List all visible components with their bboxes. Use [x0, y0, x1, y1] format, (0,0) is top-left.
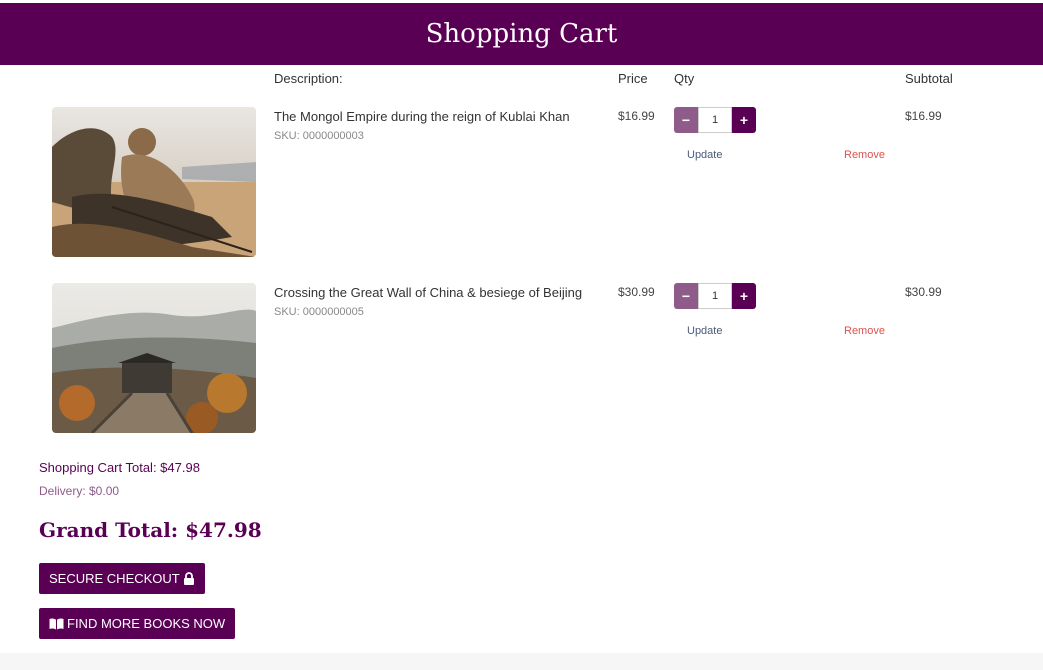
book-open-icon	[49, 617, 64, 630]
product-image[interactable]	[52, 283, 256, 433]
cart-total: Shopping Cart Total: $47.98	[39, 460, 200, 475]
page-title: Shopping Cart	[425, 19, 618, 49]
product-image[interactable]	[52, 107, 256, 257]
delivery-cost: Delivery: $0.00	[39, 484, 120, 498]
update-link[interactable]: Update	[687, 325, 722, 337]
remove-link[interactable]: Remove	[844, 325, 885, 337]
quantity-stepper: − +	[674, 107, 756, 133]
update-link[interactable]: Update	[687, 149, 722, 161]
product-sku: SKU: 0000000003	[274, 130, 364, 142]
remove-link[interactable]: Remove	[844, 149, 885, 161]
column-header-description: Description:	[274, 71, 343, 86]
product-price: $16.99	[618, 109, 655, 123]
quantity-input[interactable]	[698, 283, 732, 309]
increment-button[interactable]: +	[732, 107, 756, 133]
find-more-books-button[interactable]: FIND MORE BOOKS NOW	[39, 608, 236, 639]
lock-icon	[183, 572, 195, 585]
product-sku: SKU: 0000000005	[274, 306, 364, 318]
product-title[interactable]: Crossing the Great Wall of China & besie…	[274, 285, 582, 300]
column-header-subtotal: Subtotal	[905, 71, 953, 86]
decrement-button[interactable]: −	[674, 107, 698, 133]
checkout-label: SECURE CHECKOUT	[49, 571, 180, 586]
grand-total: Grand Total: $47.98	[39, 518, 262, 542]
product-subtotal: $16.99	[905, 109, 942, 123]
footer-band	[0, 653, 1043, 670]
page-header: Shopping Cart	[0, 3, 1043, 65]
decrement-button[interactable]: −	[674, 283, 698, 309]
product-price: $30.99	[618, 285, 655, 299]
quantity-input[interactable]	[698, 107, 732, 133]
quantity-stepper: − +	[674, 283, 756, 309]
find-more-label: FIND MORE BOOKS NOW	[67, 616, 226, 631]
column-header-price: Price	[618, 71, 648, 86]
increment-button[interactable]: +	[732, 283, 756, 309]
product-title[interactable]: The Mongol Empire during the reign of Ku…	[274, 109, 570, 124]
column-header-qty: Qty	[674, 71, 695, 86]
secure-checkout-button[interactable]: SECURE CHECKOUT	[39, 563, 205, 594]
product-subtotal: $30.99	[905, 285, 942, 299]
